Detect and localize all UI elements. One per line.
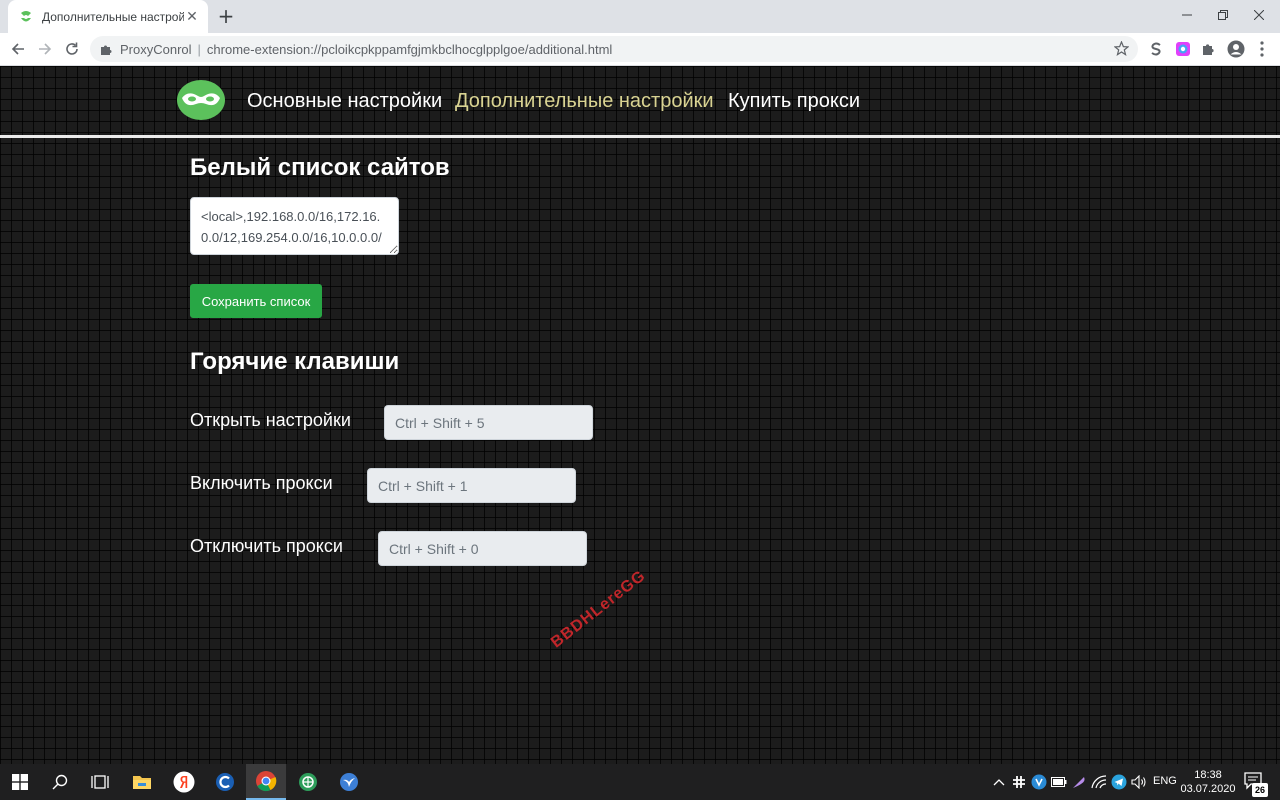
browser-tab[interactable]: Дополнительные настройки ✕ [8, 0, 208, 33]
tray-wifi-icon[interactable] [1091, 774, 1107, 790]
tray-feather-icon[interactable] [1071, 774, 1087, 790]
tray-clock[interactable]: 18:38 03.07.2020 [1180, 768, 1236, 796]
url-text: chrome-extension://pcloikcpkppamfgjmkbcl… [206, 41, 613, 57]
tray-telegram-icon[interactable] [1111, 774, 1127, 790]
hotkeys-title: Горячие клавиши [190, 348, 400, 375]
hotkey-enable-proxy-label: Включить прокси [190, 473, 333, 493]
chrome-menu-icon[interactable] [1252, 39, 1272, 59]
windows-taskbar: ENG 18:38 03.07.2020 26 [0, 764, 1280, 800]
back-arrow-icon[interactable] [6, 37, 30, 61]
chrome-icon[interactable] [246, 764, 286, 800]
profile-avatar-icon[interactable] [1226, 39, 1246, 59]
browser-toolbar: ProxyConrol | chrome-extension://pcloikc… [0, 33, 1280, 66]
tray-slack-icon[interactable] [1011, 774, 1027, 790]
tray-time: 18:38 [1194, 769, 1222, 781]
save-list-button[interactable]: Сохранить список [190, 284, 322, 318]
windows-start-icon[interactable] [0, 764, 40, 800]
hotkey-disable-proxy-label: Отключить прокси [190, 536, 343, 556]
tray-date: 03.07.2020 [1180, 783, 1236, 795]
browser-tab-strip: Дополнительные настройки ✕ + [0, 0, 1280, 33]
extensions-puzzle-icon[interactable] [1199, 39, 1219, 59]
url-separator: | [197, 41, 201, 57]
notification-count-badge: 26 [1252, 783, 1268, 797]
tray-volume-icon[interactable] [1131, 774, 1147, 790]
proxy-extension-icon [18, 9, 34, 25]
search-icon[interactable] [40, 764, 80, 800]
tab-close-icon[interactable]: ✕ [184, 9, 200, 25]
ccleaner-icon[interactable] [205, 764, 245, 800]
tray-vpn-icon[interactable] [1031, 774, 1047, 790]
extension-s-icon[interactable] [1146, 39, 1166, 59]
tab-title: Дополнительные настройки [42, 9, 184, 24]
tray-chevron-up-icon[interactable] [991, 774, 1007, 790]
extension-color-icon[interactable] [1173, 39, 1193, 59]
puzzle-icon [100, 42, 114, 56]
bookmark-star-icon[interactable] [1113, 40, 1130, 57]
mask-logo-icon[interactable] [176, 78, 226, 122]
hotkey-open-settings-label: Открыть настройки [190, 410, 351, 430]
address-bar[interactable]: ProxyConrol | chrome-extension://pcloikc… [90, 36, 1138, 62]
new-tab-button[interactable]: + [214, 4, 238, 28]
yandex-browser-icon[interactable] [164, 764, 204, 800]
page-content: Основные настройки Дополнительные настро… [0, 66, 1280, 764]
tray-battery-icon[interactable] [1051, 774, 1067, 790]
nav-additional-settings[interactable]: Дополнительные настройки [455, 90, 714, 113]
whitelist-textarea[interactable]: <local>,192.168.0.0/16,172.16.0.0/12,169… [190, 197, 399, 255]
green-app-icon[interactable] [288, 764, 328, 800]
nav-main-settings[interactable]: Основные настройки [247, 90, 442, 113]
forward-arrow-icon[interactable] [33, 37, 57, 61]
site-header: Основные настройки Дополнительные настро… [0, 66, 1280, 138]
window-close-icon[interactable] [1236, 0, 1280, 30]
reload-icon[interactable] [60, 37, 84, 61]
site-name: ProxyConrol [120, 41, 192, 57]
nav-buy-proxy[interactable]: Купить прокси [728, 90, 860, 113]
hotkey-disable-proxy-input[interactable]: Ctrl + Shift + 0 [378, 531, 587, 566]
tray-language[interactable]: ENG [1153, 775, 1177, 787]
task-view-icon[interactable] [80, 764, 120, 800]
bird-app-icon[interactable] [329, 764, 369, 800]
hotkey-enable-proxy-input[interactable]: Ctrl + Shift + 1 [367, 468, 576, 503]
file-explorer-icon[interactable] [122, 764, 162, 800]
whitelist-title: Белый список сайтов [190, 154, 450, 181]
hotkey-open-settings-input[interactable]: Ctrl + Shift + 5 [384, 405, 593, 440]
